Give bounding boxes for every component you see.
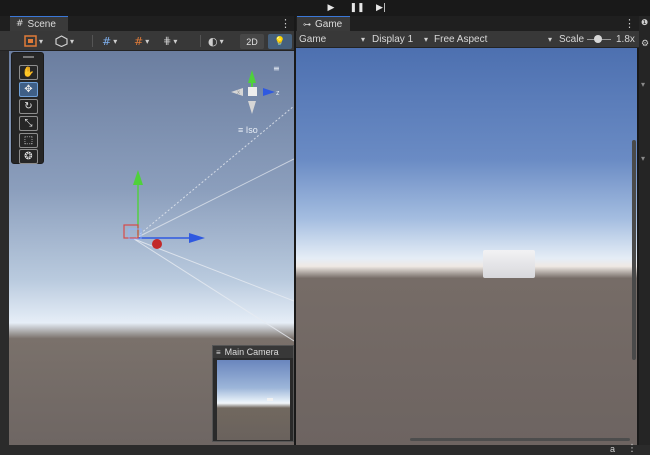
chevron-down-icon: ▾ (423, 35, 428, 44)
game-horizontal-scrollbar[interactable] (410, 438, 630, 441)
draw-mode-icon (24, 35, 37, 47)
scale-label: Scale (559, 34, 585, 45)
game-mode-dropdown[interactable]: Game ▾ (299, 32, 365, 47)
pause-button[interactable]: ❚❚ (346, 1, 368, 14)
display-value: Display 1 (372, 34, 414, 45)
increment-snap-dropdown[interactable]: ⋕ ▾ (163, 33, 177, 49)
projection-text: Iso (245, 125, 258, 135)
tab-game-label: Game (315, 18, 343, 30)
pause-icon: ❚❚ (349, 2, 365, 13)
sphere-icon: ◐ (208, 34, 218, 48)
projection-label[interactable]: ≡ Iso (238, 125, 258, 135)
scale-tool-button[interactable]: ⤡ (19, 116, 38, 131)
rect-tool-button[interactable]: ⬚ (19, 133, 38, 148)
camera-preview-title[interactable]: ≡ Main Camera (213, 346, 293, 358)
xy-plane-handle (123, 224, 139, 239)
toggle-2d-button[interactable]: 2D (240, 34, 264, 49)
camera-preview-label: Main Camera (224, 347, 279, 357)
x-axis-handle (152, 239, 162, 249)
cube-icon (55, 35, 68, 47)
step-button[interactable]: ▶| (370, 1, 392, 14)
y-cone-icon (248, 70, 256, 83)
gear-icon[interactable]: ⚙ (641, 38, 649, 49)
gizmo-center-icon (248, 87, 257, 96)
play-toolbar: ▶ ❚❚ ▶| (0, 0, 650, 16)
display-dropdown[interactable]: Display 1 ▾ (372, 32, 428, 47)
gizmo-x-label: x (237, 90, 240, 96)
lightbulb-icon: 💡 (274, 36, 286, 47)
lock-icon[interactable]: a (610, 444, 615, 454)
game-cube-object (483, 250, 535, 278)
scale-icon: ⤡ (24, 118, 33, 129)
step-icon: ▶| (376, 2, 386, 13)
game-tabbar: ⊶ Game ⋮ (296, 16, 639, 31)
scale-value: 1.8x (616, 34, 635, 45)
render-mode-dropdown[interactable]: ◐ ▾ (208, 33, 224, 49)
camera-preview-image (217, 360, 290, 440)
orientation-gizmo[interactable]: z x ≡ (225, 62, 293, 132)
grid-dropdown[interactable]: # ▾ (134, 33, 149, 49)
game-menu-icon[interactable]: ⋮ (624, 17, 635, 30)
z-axis-arrow (189, 233, 205, 243)
tool-palette: ✋ ✥ ↻ ⤡ ⬚ ❂ (11, 52, 44, 164)
shading-dropdown[interactable]: ▾ (55, 33, 74, 49)
grid-icon: # (16, 19, 24, 29)
play-icon: ▶ (327, 2, 335, 13)
info-icon[interactable]: ❶ (641, 18, 648, 27)
game-vertical-scrollbar[interactable] (632, 140, 636, 360)
game-mode-value: Game (299, 34, 327, 45)
cube-preview (267, 398, 273, 401)
tab-scene-label: Scene (27, 18, 56, 30)
chevron-down-icon: ▾ (113, 36, 118, 46)
hand-icon: ✋ (22, 67, 35, 78)
grid-snap-icon: # (102, 34, 112, 48)
tab-game[interactable]: ⊶ Game (297, 16, 350, 31)
chevron-down-icon: ▾ (70, 36, 75, 46)
chevron-down-icon: ▾ (39, 36, 44, 46)
camera-preview: ≡ Main Camera (212, 345, 294, 442)
scale-slider-thumb[interactable] (594, 35, 602, 43)
status-bar: a ⋮ (0, 443, 650, 455)
grid-snap-dropdown[interactable]: # ▾ (102, 33, 117, 49)
transform-icon: ❂ (24, 151, 33, 162)
chevron-down-icon: ▾ (360, 35, 365, 44)
draw-mode-dropdown[interactable]: ▾ (24, 33, 43, 49)
transform-tool-button[interactable]: ❂ (19, 149, 38, 164)
game-toolbar: Game ▾ Display 1 ▾ Free Aspect ▾ Scale 1… (296, 31, 639, 48)
lighting-toggle[interactable]: 💡 (268, 34, 292, 49)
chevron-down-icon: ▾ (219, 36, 224, 46)
tab-scene[interactable]: # Scene (10, 16, 68, 31)
rect-icon: ⬚ (23, 135, 34, 146)
scene-left-strip (0, 51, 9, 445)
game-viewport[interactable] (296, 48, 637, 445)
chevron-down-icon: ▾ (547, 35, 552, 44)
rotate-icon: ↻ (24, 101, 33, 112)
scene-tabbar: # Scene ⋮ (0, 16, 294, 31)
rotate-tool-button[interactable]: ↻ (19, 99, 38, 114)
snap-icon: ⋕ (163, 35, 172, 47)
scene-menu-icon[interactable]: ⋮ (280, 17, 291, 30)
status-menu-icon[interactable]: ⋮ (627, 443, 637, 454)
scene-toolbar: ▾ ▾ # ▾ # ▾ ⋕ ▾ ◐ ▾ 2D 💡 (0, 31, 294, 51)
menu-lines-icon: ≡ (238, 125, 246, 135)
y-axis-arrow (133, 170, 143, 185)
inspector-edge: ❶ ⚙ ▾ ▾ (639, 16, 650, 446)
aspect-value: Free Aspect (434, 34, 488, 45)
move-tool-button[interactable]: ✥ (19, 82, 38, 97)
aspect-dropdown[interactable]: Free Aspect ▾ (434, 32, 552, 47)
move-icon: ✥ (24, 84, 33, 95)
drag-handle-icon: ≡ (216, 347, 221, 357)
play-button[interactable]: ▶ (320, 1, 342, 14)
chevron-down-icon: ▾ (173, 36, 178, 46)
foldout-arrow-icon[interactable]: ▾ (641, 154, 645, 163)
grid-icon: # (134, 34, 144, 48)
hand-tool-button[interactable]: ✋ (19, 65, 38, 80)
gamepad-icon: ⊶ (303, 19, 311, 29)
chevron-down-icon: ▾ (145, 36, 150, 46)
gizmo-z-label: z (276, 90, 280, 97)
foldout-arrow-icon[interactable]: ▾ (641, 80, 645, 89)
gizmo-lock-icon: ≡ (273, 64, 280, 73)
z-cone-icon (263, 88, 275, 96)
